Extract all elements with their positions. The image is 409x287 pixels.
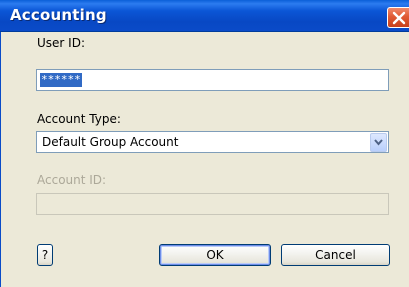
close-button[interactable] (387, 7, 409, 28)
close-icon (392, 11, 406, 25)
title-bar[interactable]: Accounting (0, 0, 409, 32)
dialog-body: User ID: ****** Account Type: Default Gr… (0, 32, 409, 287)
user-id-value: ****** (40, 73, 82, 87)
account-type-label: Account Type: (37, 112, 121, 126)
chevron-down-icon (374, 139, 383, 146)
user-id-field[interactable]: ****** (36, 69, 389, 91)
ok-button-label: OK (206, 248, 224, 262)
account-id-label: Account ID: (37, 173, 107, 187)
user-id-label: User ID: (37, 36, 85, 50)
help-button[interactable]: ? (37, 244, 53, 266)
dropdown-arrow-button[interactable] (370, 133, 387, 152)
account-id-field (36, 193, 389, 215)
window-title: Accounting (10, 6, 107, 24)
account-type-dropdown[interactable]: Default Group Account (36, 131, 389, 153)
cancel-button[interactable]: Cancel (281, 244, 390, 266)
account-type-value: Default Group Account (42, 135, 179, 149)
help-button-label: ? (41, 248, 49, 262)
ok-button[interactable]: OK (159, 244, 271, 266)
cancel-button-label: Cancel (315, 248, 356, 262)
